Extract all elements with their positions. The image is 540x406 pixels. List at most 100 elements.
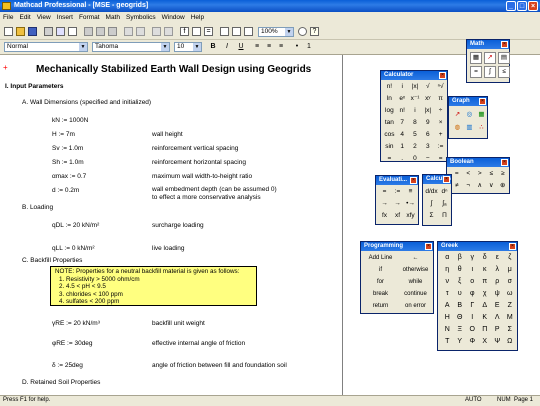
greek-letter-key[interactable]: χ [479,288,492,300]
greek-letter-key[interactable]: γ [466,252,479,264]
italic-button[interactable]: I [222,42,232,52]
spellcheck-icon[interactable] [68,27,77,36]
evaluation-key[interactable]: → [391,198,404,210]
greek-letter-key[interactable]: ξ [454,276,467,288]
style-select[interactable]: Normal ▼ [4,42,88,52]
cut-icon[interactable] [84,27,93,36]
equation[interactable]: qLL := 0 kN/m² [52,245,95,252]
equation[interactable]: Sv := 1.0m [52,145,83,152]
calculus-palette[interactable]: Calculus × d/dx dⁿ ∫ ∫ₐ Σ Π [422,174,452,226]
resource-center-icon[interactable] [298,27,307,36]
greek-letter-key[interactable]: κ [479,264,492,276]
calculator-key[interactable]: − [421,153,434,165]
greek-letter-key[interactable]: Ι [466,312,479,324]
greek-letter-key[interactable]: θ [454,264,467,276]
calculator-key[interactable]: n! [396,105,409,117]
definite-integral-icon[interactable]: ∫ₐ [438,198,451,210]
align-center-icon[interactable]: ≡ [264,42,274,52]
close-icon[interactable]: × [501,41,508,48]
zoom-select[interactable]: 100% ▼ [258,27,294,37]
greek-letter-key[interactable]: Χ [479,336,492,348]
minimize-button[interactable]: _ [506,1,516,11]
calculator-key[interactable]: × [434,117,447,129]
calculator-key[interactable]: n! [383,81,396,93]
summation-icon[interactable]: Σ [425,210,438,222]
run-mathconnex-icon[interactable] [244,27,253,36]
greek-letter-key[interactable]: μ [504,264,517,276]
calculator-key[interactable]: 4 [396,129,409,141]
programming-key[interactable]: while [398,276,433,288]
greek-letter-key[interactable]: π [479,276,492,288]
menu-view[interactable]: View [34,12,54,21]
greek-letter-key[interactable]: η [441,264,454,276]
close-button[interactable]: × [528,1,538,11]
evaluation-key[interactable]: := [391,186,404,198]
greek-letter-key[interactable]: Μ [504,312,517,324]
calculator-key[interactable]: sin [383,141,396,153]
font-size-select[interactable]: 10 ▼ [174,42,202,52]
calculator-key[interactable]: |x| [409,81,422,93]
font-select[interactable]: Tahoma ▼ [92,42,170,52]
menu-file[interactable]: File [0,12,16,21]
undo-icon[interactable] [124,27,133,36]
greek-letter-key[interactable]: β [454,252,467,264]
greek-letter-key[interactable]: ζ [504,252,517,264]
calculator-key[interactable]: 2 [409,141,422,153]
calculator-key[interactable]: 8 [409,117,422,129]
close-icon[interactable]: × [501,159,508,166]
evaluation-key[interactable]: xfy [404,210,417,222]
programming-key[interactable]: for [363,276,398,288]
boolean-key[interactable]: ∧ [474,180,486,192]
greek-letter-key[interactable]: Ο [466,324,479,336]
evaluation-palette[interactable]: Evaluati... × =:= ≡ → → •→ fx xf xfy [375,175,419,225]
menu-window[interactable]: Window [159,12,188,21]
calculator-key[interactable]: ⁿ√ [434,81,447,93]
help-icon[interactable]: ? [310,27,319,36]
equation[interactable]: kN := 1000N [52,117,88,124]
calculator-key[interactable]: + [434,129,447,141]
paste-icon[interactable] [108,27,117,36]
print-preview-icon[interactable] [56,27,65,36]
integral-icon[interactable]: ∫ [425,198,438,210]
greek-letter-key[interactable]: Ω [504,336,517,348]
greek-letter-key[interactable]: Κ [479,312,492,324]
polar-plot-icon[interactable]: ◎ [464,109,475,121]
nth-derivative-icon[interactable]: dⁿ [438,186,451,198]
product-icon[interactable]: Π [438,210,451,222]
greek-letter-key[interactable]: Ξ [454,324,467,336]
greek-letter-key[interactable]: ω [504,288,517,300]
evaluation-key[interactable]: xf [391,210,404,222]
calculator-key[interactable]: ln [383,93,396,105]
numbering-icon[interactable]: 1 [304,42,314,52]
greek-letter-key[interactable]: ε [491,252,504,264]
greek-letter-key[interactable]: Γ [466,300,479,312]
greek-letter-key[interactable]: Η [441,312,454,324]
boolean-key[interactable]: = [451,168,463,180]
greek-letter-key[interactable]: Δ [479,300,492,312]
programming-key[interactable]: ← [398,252,433,264]
calculator-key[interactable]: 6 [421,129,434,141]
programming-palette[interactable]: Programming × Add Line ← if otherwise for whi… [360,241,434,314]
align-right-icon[interactable]: ≡ [276,42,286,52]
boolean-key[interactable]: ⊕ [497,180,509,192]
equation[interactable]: γRE := 20 kN/m³ [52,320,100,327]
greek-letter-key[interactable]: Υ [454,336,467,348]
calculator-key[interactable]: i [409,105,422,117]
evaluation-key[interactable]: = [378,186,391,198]
greek-letter-key[interactable]: Ε [491,300,504,312]
greek-letter-key[interactable]: φ [466,288,479,300]
calculator-key[interactable]: π [434,93,447,105]
greek-letter-key[interactable]: τ [441,288,454,300]
close-icon[interactable]: × [479,98,486,105]
calculator-key[interactable]: 3 [421,141,434,153]
calculator-key[interactable]: tan [383,117,396,129]
align-across-icon[interactable] [152,27,161,36]
greek-letter-key[interactable]: Ζ [504,300,517,312]
calculator-icon[interactable]: ▦ [470,52,482,64]
greek-letter-key[interactable]: ν [441,276,454,288]
greek-letter-key[interactable]: Ρ [491,324,504,336]
bold-button[interactable]: B [208,42,218,52]
boolean-icon[interactable]: ≤ [498,66,510,78]
boolean-key[interactable]: ∨ [486,180,498,192]
calculator-key[interactable]: cos [383,129,396,141]
